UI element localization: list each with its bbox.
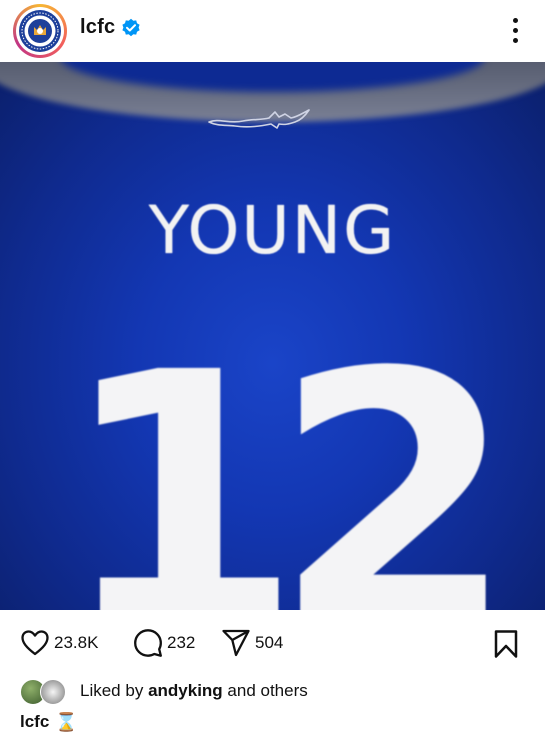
comment-count[interactable]: 232 (167, 633, 195, 653)
like-action[interactable]: 23.8K (20, 628, 98, 658)
liker-avatars[interactable] (20, 679, 70, 705)
action-bar: 23.8K 232 504 (0, 610, 545, 676)
send-icon[interactable] (221, 628, 251, 658)
liker-avatar[interactable] (40, 679, 66, 705)
post-header: lcfc (0, 0, 545, 62)
fox-crest-icon (208, 109, 310, 129)
verified-badge-icon (122, 18, 140, 37)
comment-icon[interactable] (133, 628, 163, 658)
jersey-number: 12 (58, 298, 516, 610)
like-count[interactable]: 23.8K (54, 633, 98, 653)
liked-by-prefix: Liked by (80, 681, 144, 700)
jersey-name: YOUNG (148, 192, 397, 269)
caption: lcfc ⌛ (20, 712, 78, 738)
username[interactable]: lcfc (80, 16, 115, 39)
liked-by-user[interactable]: andyking (148, 681, 223, 700)
share-count[interactable]: 504 (255, 633, 283, 653)
liked-by-text[interactable]: Liked by andyking and others (80, 681, 308, 701)
leicester-city-crest-icon (19, 10, 61, 52)
liked-by-suffix[interactable]: and others (227, 681, 307, 700)
post-image[interactable]: YOUNG 12 (0, 62, 545, 610)
heart-icon[interactable] (20, 628, 50, 658)
hourglass-icon: ⌛ (55, 712, 78, 732)
more-vertical-icon[interactable] (505, 12, 525, 48)
avatar[interactable] (16, 7, 64, 55)
caption-username[interactable]: lcfc (20, 712, 49, 731)
share-action[interactable]: 504 (221, 628, 283, 658)
liked-by-row[interactable]: Liked by andyking and others (20, 678, 525, 706)
story-ring[interactable] (13, 4, 67, 58)
bookmark-icon[interactable] (492, 629, 520, 659)
comment-action[interactable]: 232 (133, 628, 195, 658)
